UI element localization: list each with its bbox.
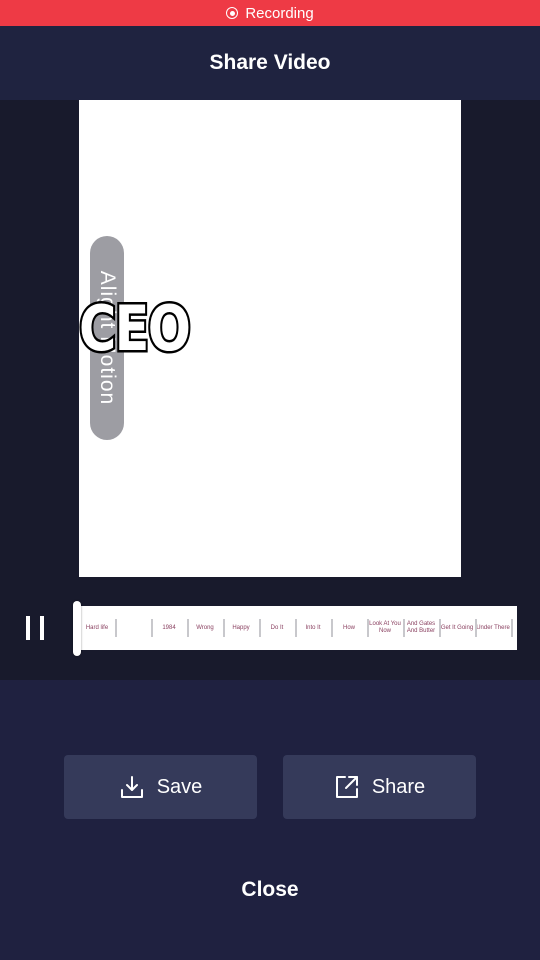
timeline-frame: Happy [223,606,259,650]
timeline-frame: Do It [259,606,295,650]
timeline-frame: Look At You Now [367,606,403,650]
pause-icon [40,616,44,640]
timeline-frame: How [331,606,367,650]
save-label: Save [156,775,203,798]
pause-button[interactable] [26,616,44,640]
record-icon [226,7,239,19]
timeline-frame: Get It Going [439,606,475,650]
timeline-frame: Hard life [79,606,115,650]
share-video-screen: Recording Share Video Alight Motion CEO … [0,0,540,960]
recording-label: Recording [245,4,314,22]
timeline-frame [115,606,151,650]
close-label: Close [241,878,299,901]
page-header: Share Video [0,26,540,100]
timeline-frame: Wrong [187,606,223,650]
share-button[interactable]: Share [283,755,476,819]
video-preview-area: Alight Motion CEO [0,100,540,680]
recording-bar[interactable]: Recording [0,0,540,26]
timeline-frame: 1984 [151,606,187,650]
share-label: Share [371,775,426,798]
timeline-frame: G [511,606,517,650]
timeline-filmstrip[interactable]: Hard life 1984 Wrong Happy Do It Into It… [79,606,517,650]
pause-icon [26,616,30,640]
close-button[interactable]: Close [220,870,320,910]
download-icon [120,776,143,798]
page-title: Share Video [209,51,331,74]
overlay-text: CEO [79,292,193,365]
video-canvas[interactable]: Alight Motion CEO [79,100,461,577]
timeline-playhead[interactable] [73,601,81,656]
share-icon [335,776,358,798]
timeline-frame: And Gates And Butter [403,606,439,650]
timeline-frame: Under There [475,606,511,650]
save-button[interactable]: Save [64,755,257,819]
timeline-frame: Into It [295,606,331,650]
